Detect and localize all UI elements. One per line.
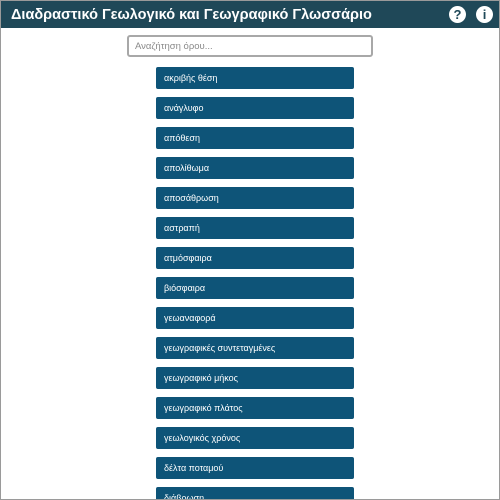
term-item[interactable]: αποσάθρωση [156, 187, 354, 209]
app-header: Διαδραστικό Γεωλογικό και Γεωγραφικό Γλω… [1, 1, 499, 28]
app-window: Διαδραστικό Γεωλογικό και Γεωγραφικό Γλω… [0, 0, 500, 500]
term-item[interactable]: γεωλογικός χρόνος [156, 427, 354, 449]
term-item[interactable]: διάβρωση [156, 487, 354, 499]
term-item[interactable]: γεωαναφορά [156, 307, 354, 329]
term-item[interactable]: αστραπή [156, 217, 354, 239]
app-title: Διαδραστικό Γεωλογικό και Γεωγραφικό Γλω… [11, 6, 372, 23]
header-actions: ? i [449, 6, 493, 23]
term-item[interactable]: ανάγλυφο [156, 97, 354, 119]
term-item[interactable]: ατμόσφαιρα [156, 247, 354, 269]
term-item[interactable]: βιόσφαιρα [156, 277, 354, 299]
term-item[interactable]: απολίθωμα [156, 157, 354, 179]
term-list: ακριβής θέση ανάγλυφο απόθεση απολίθωμα … [156, 67, 354, 499]
term-item[interactable]: απόθεση [156, 127, 354, 149]
term-item[interactable]: ακριβής θέση [156, 67, 354, 89]
info-icon[interactable]: i [476, 6, 493, 23]
term-item[interactable]: δέλτα ποταμού [156, 457, 354, 479]
search-input[interactable] [127, 35, 373, 57]
term-item[interactable]: γεωγραφικό μήκος [156, 367, 354, 389]
help-icon[interactable]: ? [449, 6, 466, 23]
term-item[interactable]: γεωγραφικές συντεταγμένες [156, 337, 354, 359]
search-bar [1, 35, 499, 57]
term-item[interactable]: γεωγραφικό πλάτος [156, 397, 354, 419]
